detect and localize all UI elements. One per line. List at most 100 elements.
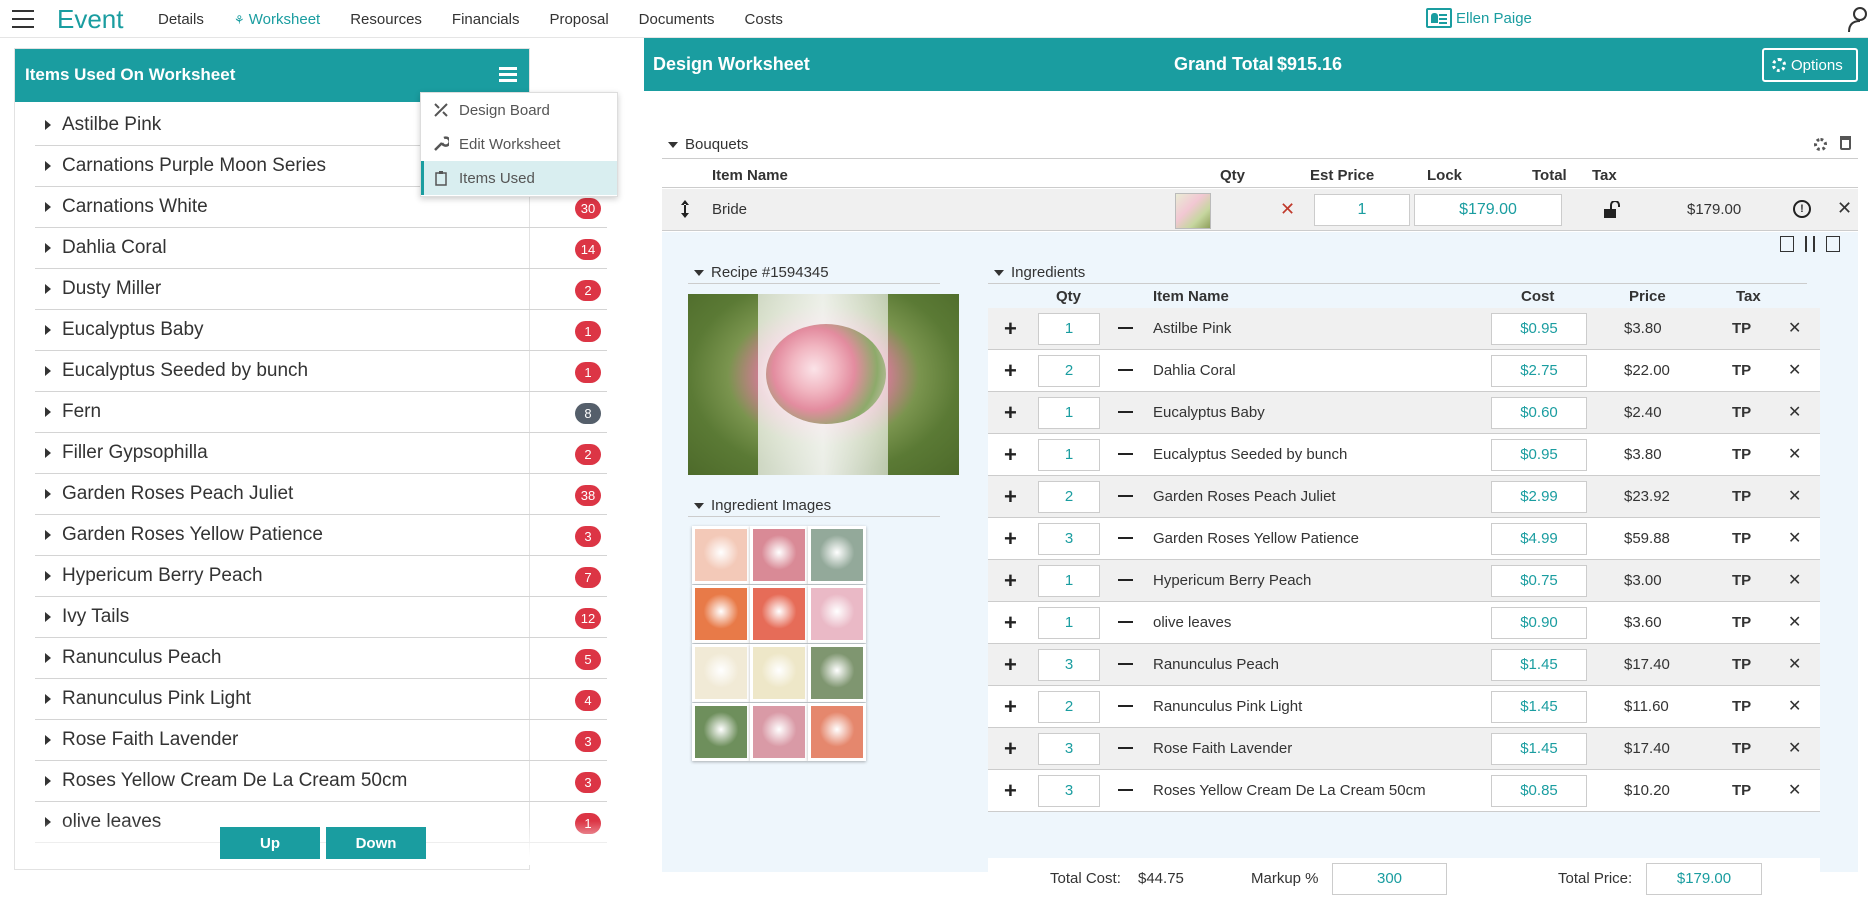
collapse-icon[interactable] <box>1826 236 1840 252</box>
ingredient-image[interactable] <box>692 526 750 584</box>
ingredient-qty-input[interactable]: 1 <box>1038 397 1100 429</box>
remove-ingredient-icon[interactable]: ✕ <box>1788 402 1801 422</box>
user-link[interactable]: Ellen Paige <box>1426 8 1532 28</box>
remove-ingredient-icon[interactable]: ✕ <box>1788 528 1801 548</box>
ingredient-qty-input[interactable]: 1 <box>1038 439 1100 471</box>
decrease-qty-button[interactable] <box>1118 537 1133 539</box>
down-button[interactable]: Down <box>326 827 426 859</box>
ingredient-cost-input[interactable]: $0.75 <box>1491 565 1587 597</box>
menu-edit-worksheet[interactable]: Edit Worksheet <box>421 127 617 161</box>
nav-resources[interactable]: Resources <box>350 11 422 28</box>
decrease-qty-button[interactable] <box>1118 327 1133 329</box>
increase-qty-button[interactable]: + <box>1004 526 1017 552</box>
ingredient-qty-input[interactable]: 2 <box>1038 691 1100 723</box>
panel-menu-icon[interactable] <box>499 67 517 83</box>
list-item[interactable]: Garden Roses Peach Juliet 38 <box>35 474 607 515</box>
document-icon[interactable] <box>1780 236 1794 252</box>
ingredient-image[interactable] <box>692 585 750 643</box>
up-button[interactable]: Up <box>220 827 320 859</box>
menu-items-used[interactable]: Items Used <box>421 161 617 195</box>
reorder-arrows-icon[interactable] <box>679 199 691 219</box>
nav-documents[interactable]: Documents <box>639 11 715 28</box>
ingredient-cost-input[interactable]: $1.45 <box>1491 649 1587 681</box>
remove-ingredient-icon[interactable]: ✕ <box>1788 780 1801 800</box>
trash-icon[interactable] <box>1840 136 1851 150</box>
ingredient-qty-input[interactable]: 2 <box>1038 355 1100 387</box>
recipe-toggle[interactable]: Recipe #1594345 <box>688 262 940 284</box>
nav-details[interactable]: Details <box>158 11 204 28</box>
ingredient-qty-input[interactable]: 3 <box>1038 733 1100 765</box>
decrease-qty-button[interactable] <box>1118 579 1133 581</box>
options-button[interactable]: Options <box>1762 48 1858 82</box>
ingredients-toggle[interactable]: Ingredients <box>988 262 1807 284</box>
remove-ingredient-icon[interactable]: ✕ <box>1788 570 1801 590</box>
decrease-qty-button[interactable] <box>1118 747 1133 749</box>
sort-icon[interactable] <box>1805 236 1815 252</box>
remove-ingredient-icon[interactable]: ✕ <box>1788 654 1801 674</box>
list-item[interactable]: Fern 8 <box>35 392 607 433</box>
decrease-qty-button[interactable] <box>1118 789 1133 791</box>
remove-ingredient-icon[interactable]: ✕ <box>1788 318 1801 338</box>
ingredient-qty-input[interactable]: 1 <box>1038 313 1100 345</box>
list-item[interactable]: Garden Roses Yellow Patience 3 <box>35 515 607 556</box>
total-price-input[interactable]: $179.00 <box>1646 863 1762 895</box>
ingredient-qty-input[interactable]: 3 <box>1038 523 1100 555</box>
unlock-icon[interactable] <box>1602 201 1620 219</box>
menu-design-board[interactable]: Design Board <box>421 93 617 127</box>
remove-ingredient-icon[interactable]: ✕ <box>1788 360 1801 380</box>
ingredient-qty-input[interactable]: 3 <box>1038 649 1100 681</box>
decrease-qty-button[interactable] <box>1118 663 1133 665</box>
ingredient-image[interactable] <box>692 703 750 761</box>
ingredient-cost-input[interactable]: $0.95 <box>1491 313 1587 345</box>
ingredient-image[interactable] <box>808 585 866 643</box>
ingredient-image[interactable] <box>750 703 808 761</box>
bouquet-row[interactable]: Bride ✕ 1 $179.00 $179.00 ! ✕ <box>662 189 1858 231</box>
ingredient-images-toggle[interactable]: Ingredient Images <box>688 495 940 517</box>
ingredient-qty-input[interactable]: 1 <box>1038 607 1100 639</box>
list-item[interactable]: Rose Faith Lavender 3 <box>35 720 607 761</box>
decrease-qty-button[interactable] <box>1118 369 1133 371</box>
decrease-qty-button[interactable] <box>1118 453 1133 455</box>
list-item[interactable]: Filler Gypsophilla 2 <box>35 433 607 474</box>
ingredient-qty-input[interactable]: 2 <box>1038 481 1100 513</box>
increase-qty-button[interactable]: + <box>1004 442 1017 468</box>
list-item[interactable]: Hypericum Berry Peach 7 <box>35 556 607 597</box>
section-settings-icon[interactable] <box>1814 138 1827 151</box>
ingredient-cost-input[interactable]: $4.99 <box>1491 523 1587 555</box>
ingredient-cost-input[interactable]: $0.85 <box>1491 775 1587 807</box>
ingredient-cost-input[interactable]: $1.45 <box>1491 733 1587 765</box>
decrease-qty-button[interactable] <box>1118 621 1133 623</box>
list-item[interactable]: Roses Yellow Cream De La Cream 50cm 3 <box>35 761 607 802</box>
increase-qty-button[interactable]: + <box>1004 316 1017 342</box>
nav-proposal[interactable]: Proposal <box>549 11 608 28</box>
bouquet-thumbnail[interactable] <box>1175 193 1211 229</box>
remove-ingredient-icon[interactable]: ✕ <box>1788 612 1801 632</box>
decrease-qty-button[interactable] <box>1118 705 1133 707</box>
nav-worksheet[interactable]: ⚘ Worksheet <box>234 11 320 28</box>
list-item[interactable]: Ivy Tails 12 <box>35 597 607 638</box>
increase-qty-button[interactable]: + <box>1004 610 1017 636</box>
bouquet-qty-input[interactable]: 1 <box>1314 194 1410 226</box>
remove-ingredient-icon[interactable]: ✕ <box>1788 486 1801 506</box>
increase-qty-button[interactable]: + <box>1004 778 1017 804</box>
ingredient-cost-input[interactable]: $0.90 <box>1491 607 1587 639</box>
increase-qty-button[interactable]: + <box>1004 694 1017 720</box>
remove-ingredient-icon[interactable]: ✕ <box>1788 696 1801 716</box>
list-item[interactable]: Ranunculus Pink Light 4 <box>35 679 607 720</box>
ingredient-cost-input[interactable]: $1.45 <box>1491 691 1587 723</box>
ingredient-qty-input[interactable]: 3 <box>1038 775 1100 807</box>
increase-qty-button[interactable]: + <box>1004 358 1017 384</box>
list-item[interactable]: Eucalyptus Seeded by bunch 1 <box>35 351 607 392</box>
nav-financials[interactable]: Financials <box>452 11 520 28</box>
hamburger-menu-icon[interactable] <box>12 10 34 28</box>
ingredient-image[interactable] <box>808 703 866 761</box>
tax-info-icon[interactable]: ! <box>1793 200 1811 218</box>
ingredient-qty-input[interactable]: 1 <box>1038 565 1100 597</box>
recipe-photo[interactable] <box>688 294 959 475</box>
nav-costs[interactable]: Costs <box>745 11 783 28</box>
remove-ingredient-icon[interactable]: ✕ <box>1788 738 1801 758</box>
decrease-qty-button[interactable] <box>1118 495 1133 497</box>
ingredient-image[interactable] <box>808 644 866 702</box>
list-item[interactable]: Dusty Miller 2 <box>35 269 607 310</box>
ingredient-cost-input[interactable]: $0.95 <box>1491 439 1587 471</box>
